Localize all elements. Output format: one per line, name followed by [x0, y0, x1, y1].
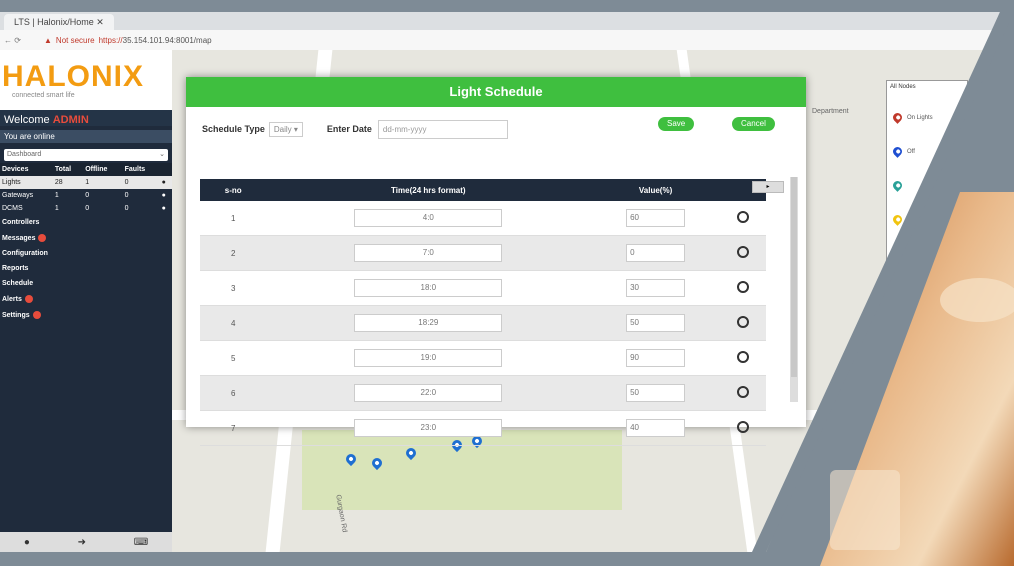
- decorative-frame: [0, 0, 1014, 566]
